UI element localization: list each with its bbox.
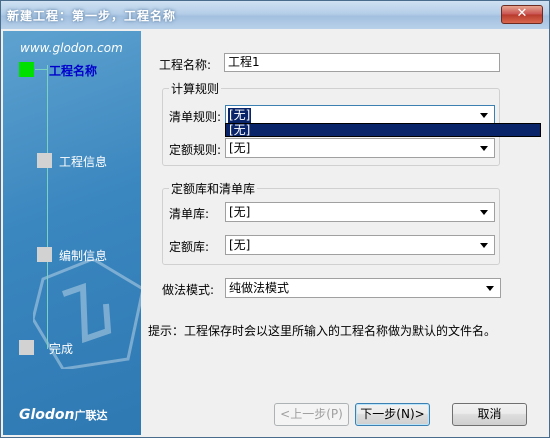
quota-lib-select[interactable]: [无] xyxy=(225,235,495,255)
prev-button[interactable]: <上一步(P) xyxy=(274,403,349,426)
bill-rule-select[interactable]: [无] xyxy=(225,105,495,125)
steps-connector-line xyxy=(47,65,48,349)
quota-rule-select[interactable]: [无] xyxy=(225,138,495,158)
quota-lib-value: [无] xyxy=(229,238,251,252)
bill-rule-dropdown-list[interactable]: [无] xyxy=(225,123,541,137)
logo-cn-text: 广联达 xyxy=(74,409,108,422)
hint-text: 提示：工程保存时会以这里所输入的工程名称做为默认的文件名。 xyxy=(148,324,497,338)
chevron-down-icon[interactable] xyxy=(480,210,488,215)
step-active-indicator xyxy=(19,62,34,77)
calc-rules-title: 计算规则 xyxy=(169,80,222,97)
chevron-down-icon[interactable] xyxy=(480,146,488,151)
new-project-dialog: 新建工程：第一步，工程名称 ✕ www.glodon.com 工程名称 工程信息… xyxy=(0,0,550,438)
method-value: 纯做法模式 xyxy=(229,281,290,295)
chevron-down-icon[interactable] xyxy=(480,243,488,248)
wizard-sidebar: www.glodon.com 工程名称 工程信息 编制信息 完成 Glodon广… xyxy=(3,31,141,435)
wizard-content: 工程名称: 工程1 计算规则 清单规则: [无] 定额规则: [无] 定额库和清… xyxy=(143,31,549,437)
library-group-title: 定额库和清单库 xyxy=(169,180,258,197)
method-select[interactable]: 纯做法模式 xyxy=(225,278,501,298)
step-label: 工程名称 xyxy=(49,64,98,78)
bill-rule-value: [无] xyxy=(228,108,252,123)
step-indicator xyxy=(19,340,34,355)
chevron-down-icon[interactable] xyxy=(486,286,494,291)
step-connector xyxy=(35,69,47,70)
bill-rule-label: 清单规则: xyxy=(169,110,222,124)
glodon-logo: Glodon广联达 xyxy=(19,407,108,423)
close-icon: ✕ xyxy=(516,6,528,21)
title-bar[interactable]: 新建工程：第一步，工程名称 ✕ xyxy=(1,1,549,29)
step-indicator xyxy=(37,247,52,262)
project-name-label: 工程名称: xyxy=(159,58,212,72)
quota-rule-value: [无] xyxy=(229,141,251,155)
bill-lib-label: 清单库: xyxy=(169,207,210,221)
project-name-input[interactable]: 工程1 xyxy=(224,53,500,72)
site-url: www.glodon.com xyxy=(20,41,123,55)
step-indicator xyxy=(37,153,52,168)
bill-lib-select[interactable]: [无] xyxy=(225,202,495,222)
step-label: 编制信息 xyxy=(59,249,108,263)
cancel-button[interactable]: 取消 xyxy=(452,403,527,426)
quota-rule-label: 定额规则: xyxy=(169,143,222,157)
bill-lib-value: [无] xyxy=(229,205,251,219)
step-label: 完成 xyxy=(49,342,74,356)
chevron-down-icon[interactable] xyxy=(480,113,488,118)
close-button[interactable]: ✕ xyxy=(501,5,543,24)
next-button[interactable]: 下一步(N)> xyxy=(355,403,430,426)
logo-text: Glodon xyxy=(19,407,75,423)
window-title: 新建工程：第一步，工程名称 xyxy=(7,9,177,23)
quota-lib-label: 定额库: xyxy=(169,240,210,254)
method-label: 做法模式: xyxy=(162,283,215,297)
step-label: 工程信息 xyxy=(59,155,108,169)
dropdown-option[interactable]: [无] xyxy=(229,123,250,137)
